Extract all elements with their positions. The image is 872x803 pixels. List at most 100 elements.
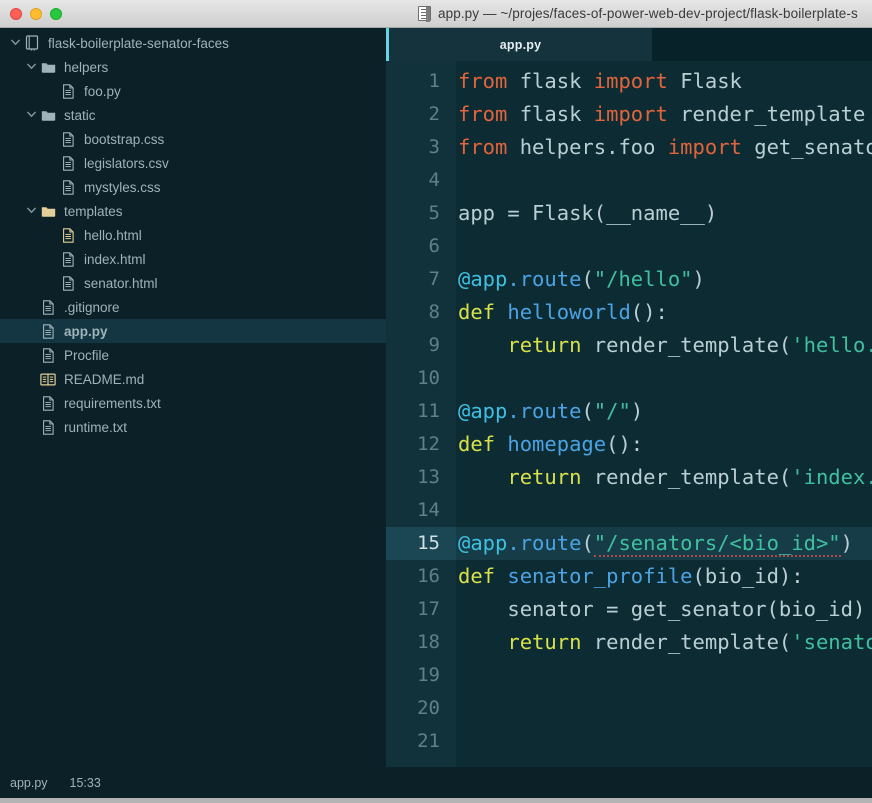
code-token: (): (630, 300, 668, 324)
tree-item-requirements-txt[interactable]: requirements.txt (0, 391, 386, 415)
code-line[interactable]: @app.route("/senators/<bio_id>") (456, 527, 872, 560)
tree-item-flask-boilerplate-senator-faces[interactable]: flask-boilerplate-senator-faces (0, 31, 386, 55)
tree-item-label: Procfile (64, 347, 110, 363)
tree-item-mystyles-css[interactable]: mystyles.css (0, 175, 386, 199)
chevron-down-icon[interactable] (8, 39, 22, 46)
line-number: 6 (428, 235, 440, 257)
code-line[interactable]: return render_template('index.html') (456, 461, 872, 494)
line-number: 10 (417, 367, 440, 389)
file-icon (38, 299, 58, 315)
editor-tabbar[interactable]: app.py (386, 28, 872, 61)
code-token: def (458, 432, 508, 456)
line-number: 17 (417, 598, 440, 620)
line-number: 13 (417, 466, 440, 488)
code-token: ) (630, 399, 644, 423)
code-token: .route (507, 267, 582, 291)
code-token: def (458, 300, 508, 324)
tree-item-senator-html[interactable]: senator.html (0, 271, 386, 295)
code-line[interactable]: from flask import render_template (456, 98, 872, 131)
line-number: 12 (417, 433, 440, 455)
tree-item-helpers[interactable]: helpers (0, 55, 386, 79)
close-button[interactable] (10, 7, 22, 20)
tree-item-label: index.html (84, 251, 146, 267)
code-line[interactable]: app = Flask(__name__) (456, 197, 872, 230)
tree-item-label: mystyles.css (84, 179, 161, 195)
code-token: 'hello.html' (791, 333, 872, 357)
editor-tab-app-py[interactable]: app.py (386, 28, 652, 61)
code-line[interactable] (456, 692, 872, 725)
tree-item-runtime-txt[interactable]: runtime.txt (0, 415, 386, 439)
code-token: def (458, 564, 508, 588)
code-token: @app (458, 399, 508, 423)
code-line[interactable]: def senator_profile(bio_id): (456, 560, 872, 593)
code-token: (): (606, 432, 644, 456)
chevron-down-icon[interactable] (24, 63, 38, 70)
code-line[interactable] (456, 494, 872, 527)
code-line[interactable]: senator = get_senator(bio_id) (456, 593, 872, 626)
line-number: 5 (428, 202, 440, 224)
tree-item-foo-py[interactable]: foo.py (0, 79, 386, 103)
code-line[interactable]: return render_template('senator.html') (456, 626, 872, 659)
file-icon (38, 395, 58, 411)
code-area[interactable]: 1 2 3 4 5 6 7 8 9 10 11 12 13 14 15 16 17 18 19 20 21 from f… (386, 61, 872, 767)
code-token: from (458, 135, 520, 159)
code-line[interactable] (456, 230, 872, 263)
tree-item-hello-html[interactable]: hello.html (0, 223, 386, 247)
code-token: ( (581, 399, 594, 423)
code-line[interactable] (456, 725, 872, 758)
code-lines[interactable]: from flask import Flask from flask import… (456, 61, 872, 767)
file-tree-sidebar[interactable]: flask-boilerplate-senator-faces helpers fo… (0, 28, 386, 767)
line-number: 2 (428, 103, 440, 125)
tree-item-gitignore[interactable]: .gitignore (0, 295, 386, 319)
code-token: import (593, 102, 681, 126)
line-number: 9 (428, 334, 440, 356)
chevron-down-icon[interactable] (24, 111, 38, 118)
code-token: from (458, 102, 520, 126)
code-token: .route (507, 531, 582, 555)
tree-item-legislators-csv[interactable]: legislators.csv (0, 151, 386, 175)
chevron-down-icon[interactable] (24, 207, 38, 214)
line-number: 1 (428, 70, 440, 92)
code-line[interactable] (456, 164, 872, 197)
code-token: senator_profile (507, 564, 693, 588)
tree-item-procfile[interactable]: Procfile (0, 343, 386, 367)
code-line[interactable]: @app.route("/hello") (456, 263, 872, 296)
code-line[interactable]: @app.route("/") (456, 395, 872, 428)
folder-icon (38, 109, 58, 121)
code-line[interactable]: from flask import Flask (456, 65, 872, 98)
tree-item-label: static (64, 107, 96, 123)
tree-item-app-py[interactable]: app.py (0, 319, 386, 343)
code-line[interactable] (456, 362, 872, 395)
minimize-button[interactable] (30, 7, 42, 20)
code-token: flask (519, 69, 594, 93)
line-number-gutter: 1 2 3 4 5 6 7 8 9 10 11 12 13 14 15 16 17 18 19 20 21 (386, 61, 456, 767)
code-line[interactable]: return render_template('hello.html') (456, 329, 872, 362)
code-token: flask (519, 102, 594, 126)
code-line[interactable]: def homepage(): (456, 428, 872, 461)
line-number: 21 (417, 730, 440, 752)
code-token: homepage (507, 432, 607, 456)
line-number: 8 (428, 301, 440, 323)
file-icon (58, 155, 78, 171)
tree-item-bootstrap-css[interactable]: bootstrap.css (0, 127, 386, 151)
code-token: return (507, 630, 594, 654)
code-token: import (667, 135, 755, 159)
maximize-button[interactable] (50, 7, 62, 20)
code-token: ) (840, 531, 853, 555)
code-line[interactable]: from helpers.foo import get_senator (456, 131, 872, 164)
window-controls (0, 7, 62, 20)
line-number: 7 (428, 268, 440, 290)
file-icon (58, 251, 78, 267)
code-line[interactable] (456, 659, 872, 692)
code-editor-pane: app.py 1 2 3 4 5 6 7 8 9 10 11 12 13 14 15 16 17 18 19 20 21… (386, 28, 872, 767)
code-line[interactable]: def helloworld(): (456, 296, 872, 329)
tree-item-readme-md[interactable]: README.md (0, 367, 386, 391)
tree-item-templates[interactable]: templates (0, 199, 386, 223)
tree-item-index-html[interactable]: index.html (0, 247, 386, 271)
file-icon (58, 83, 78, 99)
line-number: 16 (417, 565, 440, 587)
file-icon (38, 347, 58, 363)
tree-item-static[interactable]: static (0, 103, 386, 127)
window-bottom-edge (0, 798, 872, 803)
